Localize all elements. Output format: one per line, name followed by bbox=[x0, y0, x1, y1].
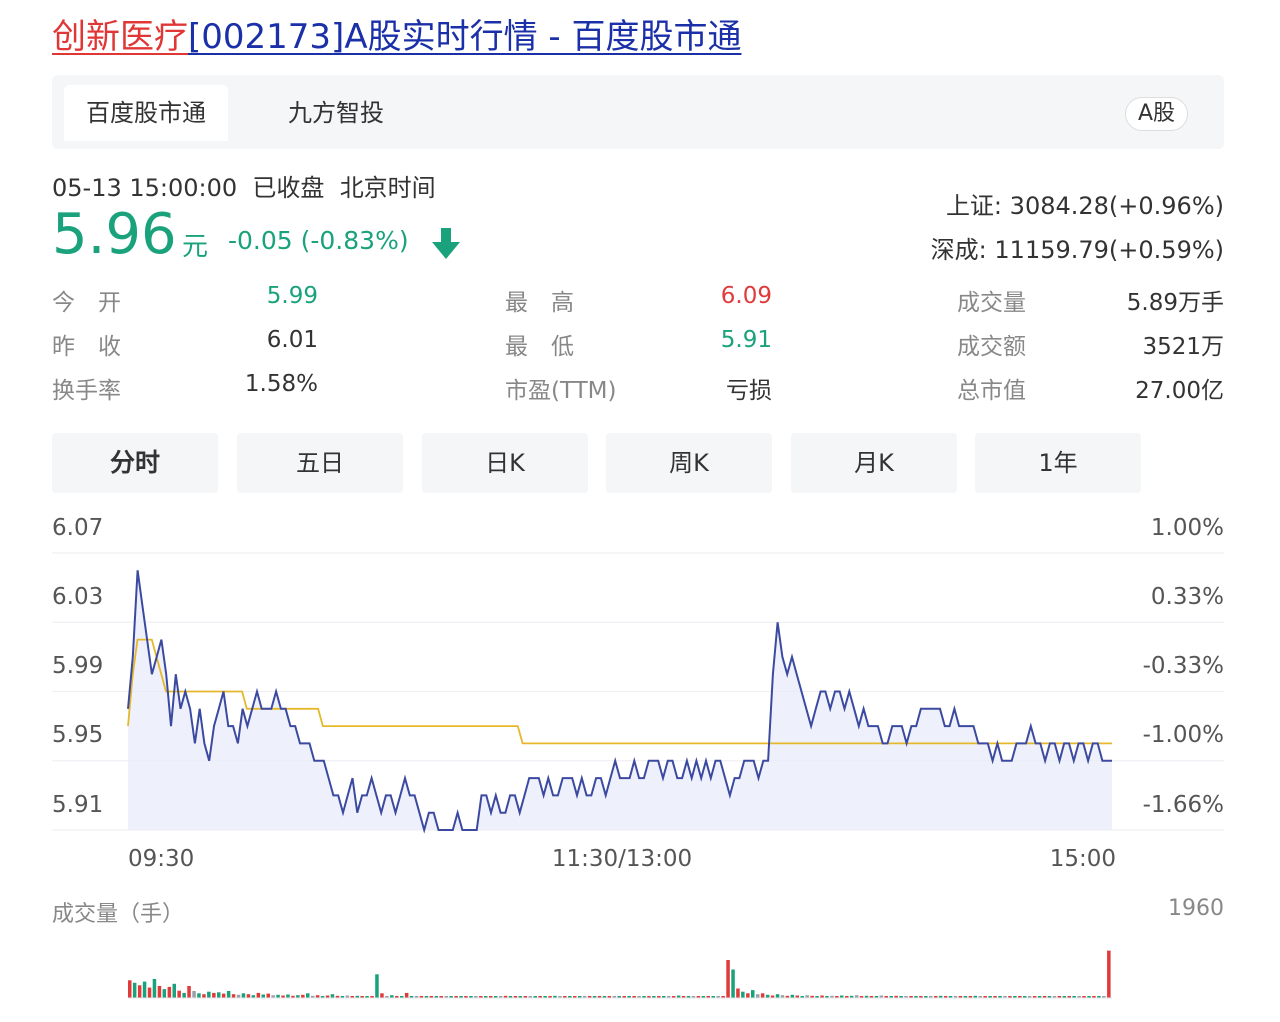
volume-bar bbox=[241, 993, 246, 998]
volume-bar bbox=[217, 992, 221, 998]
volume-bar bbox=[380, 993, 384, 998]
volume-bar bbox=[1107, 950, 1111, 998]
volume-bars bbox=[128, 950, 1112, 999]
volume-bar bbox=[187, 986, 191, 998]
volume-bar bbox=[231, 994, 236, 998]
volume-bar bbox=[375, 974, 379, 998]
volume-bar bbox=[152, 979, 157, 998]
volume-bar bbox=[128, 980, 132, 998]
volume-bar bbox=[221, 993, 226, 998]
volume-bar bbox=[736, 988, 740, 998]
volume-bar bbox=[202, 994, 206, 998]
volume-bar bbox=[741, 991, 745, 998]
volume-bar bbox=[197, 993, 201, 998]
volume-bar bbox=[404, 992, 409, 998]
volume-bar bbox=[177, 990, 181, 998]
volume-bar bbox=[751, 990, 755, 998]
volume-bar bbox=[261, 994, 265, 998]
volume-bar bbox=[756, 994, 760, 998]
volume-bar bbox=[182, 992, 186, 998]
volume-bar bbox=[226, 991, 231, 998]
volume-chart bbox=[128, 950, 1112, 999]
volume-bar bbox=[775, 994, 780, 998]
volume-bar bbox=[266, 993, 270, 998]
volume-bar bbox=[162, 989, 167, 998]
volume-bar bbox=[207, 991, 211, 998]
volume-bar bbox=[330, 994, 335, 998]
volume-bar bbox=[286, 994, 290, 998]
volume-bar bbox=[192, 991, 196, 998]
volume-bar bbox=[132, 982, 137, 998]
volume-bar bbox=[306, 993, 310, 998]
volume-bar bbox=[256, 992, 261, 998]
volume-bar bbox=[157, 986, 162, 998]
volume-bar bbox=[212, 992, 216, 998]
volume-bar bbox=[167, 986, 172, 998]
volume-bar bbox=[142, 981, 147, 998]
volume-bar bbox=[246, 994, 251, 998]
volume-bar bbox=[147, 987, 152, 998]
volume-bar bbox=[172, 983, 176, 998]
volume-bar bbox=[731, 969, 735, 998]
volume-bar bbox=[726, 960, 730, 998]
volume-bar bbox=[746, 993, 750, 998]
volume-bar bbox=[137, 985, 142, 998]
volume-bar bbox=[760, 993, 765, 998]
